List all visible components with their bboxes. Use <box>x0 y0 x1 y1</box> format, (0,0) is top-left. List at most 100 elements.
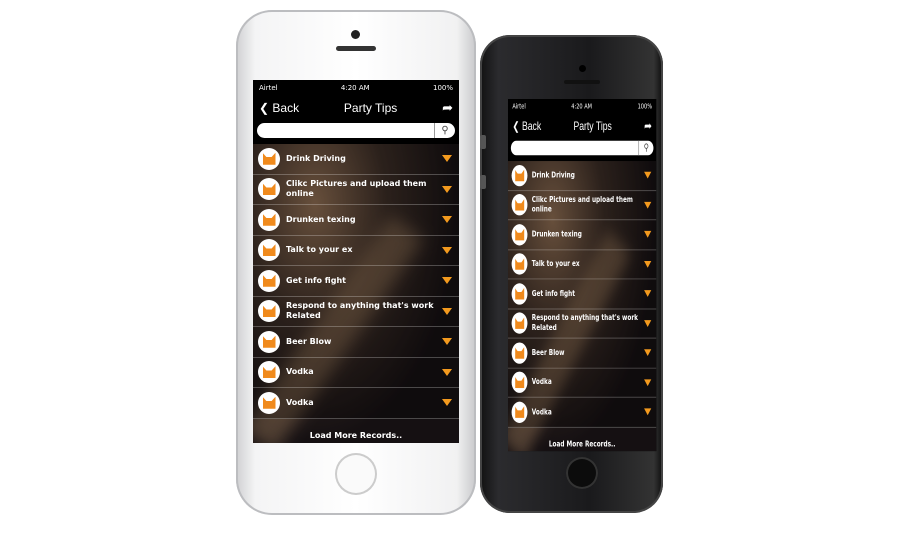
volume-button[interactable] <box>480 175 486 189</box>
item-label: Drink Driving <box>286 153 346 163</box>
list-item[interactable]: Vodka <box>253 388 459 419</box>
back-label: Back <box>521 118 542 133</box>
load-more-button[interactable]: Load More Records.. <box>253 419 459 440</box>
status-bar: Airtel 4:20 AM 100% <box>508 99 656 114</box>
list-item[interactable]: Talk to your ex <box>253 235 459 266</box>
home-button[interactable] <box>566 457 598 489</box>
app-screen: Airtel 4:20 AM 100% ❮ Back Party Tips ➦ … <box>508 99 657 452</box>
list-item[interactable]: Vodka <box>508 368 657 398</box>
item-label: Beer Blow <box>286 336 332 346</box>
fox-avatar-icon <box>511 164 528 187</box>
list-item[interactable]: Get info fight <box>253 266 459 297</box>
load-more-button[interactable]: Load More Records.. <box>508 427 656 448</box>
chevron-down-icon[interactable] <box>644 319 652 327</box>
chevron-down-icon[interactable] <box>644 231 652 238</box>
share-icon[interactable]: ➦ <box>442 100 453 116</box>
page-title: Party Tips <box>573 118 612 133</box>
item-label: Drunken texing <box>286 214 356 224</box>
front-camera <box>579 65 586 72</box>
fox-avatar-icon <box>258 361 280 384</box>
item-label: Vodka <box>286 397 314 407</box>
chevron-down-icon[interactable] <box>644 260 652 268</box>
home-button[interactable] <box>335 453 377 495</box>
list-item[interactable]: Talk to your ex <box>508 249 657 280</box>
time: 4:20 AM <box>340 83 370 92</box>
search-icon[interactable]: ⚲ <box>638 140 653 156</box>
nav-bar: ❮ Back Party Tips ➦ <box>253 95 459 120</box>
volume-button[interactable] <box>480 135 486 149</box>
time: 4:20 AM <box>571 102 593 111</box>
item-label: Get info fight <box>286 275 346 285</box>
list-item[interactable]: Drunken texing <box>253 205 459 236</box>
chevron-down-icon[interactable] <box>442 277 452 285</box>
list-item[interactable]: Drink Driving <box>253 144 459 175</box>
list-item[interactable]: Clikc Pictures and upload them online <box>508 190 657 221</box>
fox-avatar-icon <box>258 391 280 414</box>
chevron-down-icon[interactable] <box>644 349 652 357</box>
list-item[interactable]: Beer Blow <box>508 338 657 369</box>
item-label: Vodka <box>531 377 552 387</box>
item-label: Talk to your ex <box>286 245 353 255</box>
list-item[interactable]: Vodka <box>253 357 459 388</box>
item-label: Clikc Pictures and upload them online <box>531 195 633 214</box>
fox-avatar-icon <box>258 147 280 170</box>
chevron-down-icon[interactable] <box>442 246 452 254</box>
search-input[interactable]: ⚲ <box>510 140 654 156</box>
back-button[interactable]: ❮ Back <box>512 119 541 133</box>
item-label: Vodka <box>531 407 552 416</box>
chevron-down-icon[interactable] <box>442 185 452 193</box>
chevron-down-icon[interactable] <box>644 290 652 298</box>
back-button[interactable]: ❮ Back <box>259 101 299 115</box>
list-item[interactable]: Beer Blow <box>253 327 459 358</box>
tips-list: Drink Driving Clikc Pictures and upload t… <box>508 161 657 452</box>
chevron-down-icon[interactable] <box>442 307 452 315</box>
chevron-down-icon[interactable] <box>644 201 652 209</box>
item-label: Respond to anything that's work Related <box>286 301 434 321</box>
fox-avatar-icon <box>258 300 280 323</box>
list-item[interactable]: Clikc Pictures and upload them online <box>253 174 459 205</box>
fox-avatar-icon <box>511 223 528 246</box>
fox-avatar-icon <box>511 253 528 275</box>
search-input[interactable]: ⚲ <box>257 123 455 138</box>
item-label: Drunken texing <box>531 229 582 239</box>
chevron-down-icon[interactable] <box>442 399 452 407</box>
chevron-down-icon[interactable] <box>442 216 452 224</box>
chevron-down-icon[interactable] <box>442 155 452 163</box>
fox-avatar-icon <box>258 178 280 201</box>
fox-avatar-icon <box>511 401 528 423</box>
app-screen: Airtel 4:20 AM 100% ❮ Back Party Tips ➦ … <box>253 80 459 443</box>
item-label: Talk to your ex <box>531 259 580 269</box>
fox-avatar-icon <box>258 269 280 292</box>
item-label: Get info fight <box>531 288 575 298</box>
item-label: Respond to anything that's work Related <box>531 313 639 333</box>
item-label: Drink Driving <box>531 170 575 180</box>
chevron-down-icon[interactable] <box>644 171 652 179</box>
list-item[interactable]: Respond to anything that's work Related <box>508 309 657 339</box>
nav-bar: ❮ Back Party Tips ➦ <box>508 114 656 138</box>
fox-avatar-icon <box>258 208 280 231</box>
share-icon[interactable]: ➦ <box>644 118 652 134</box>
list-item[interactable]: Drink Driving <box>508 161 657 191</box>
speaker <box>564 80 600 84</box>
list-item[interactable]: Vodka <box>508 397 657 428</box>
chevron-down-icon[interactable] <box>644 408 652 416</box>
fox-avatar-icon <box>511 342 528 364</box>
item-label: Beer Blow <box>531 348 565 357</box>
fox-avatar-icon <box>511 194 528 216</box>
chevron-down-icon[interactable] <box>644 379 652 386</box>
battery: 100% <box>637 102 652 111</box>
chevron-down-icon[interactable] <box>442 368 452 376</box>
list-item[interactable]: Respond to anything that's work Related <box>253 296 459 327</box>
fox-avatar-icon <box>258 239 280 262</box>
item-label: Clikc Pictures and upload them online <box>286 179 427 199</box>
item-label: Vodka <box>286 367 314 377</box>
list-item[interactable]: Get info fight <box>508 279 657 310</box>
search-icon[interactable]: ⚲ <box>434 123 455 138</box>
list-item[interactable]: Drunken texing <box>508 220 657 250</box>
status-bar: Airtel 4:20 AM 100% <box>253 80 459 95</box>
chevron-down-icon[interactable] <box>442 338 452 346</box>
carrier: Airtel <box>512 102 526 111</box>
tips-list: Drink Driving Clikc Pictures and upload t… <box>253 144 459 443</box>
front-camera <box>351 30 360 39</box>
back-label: Back <box>272 100 300 115</box>
